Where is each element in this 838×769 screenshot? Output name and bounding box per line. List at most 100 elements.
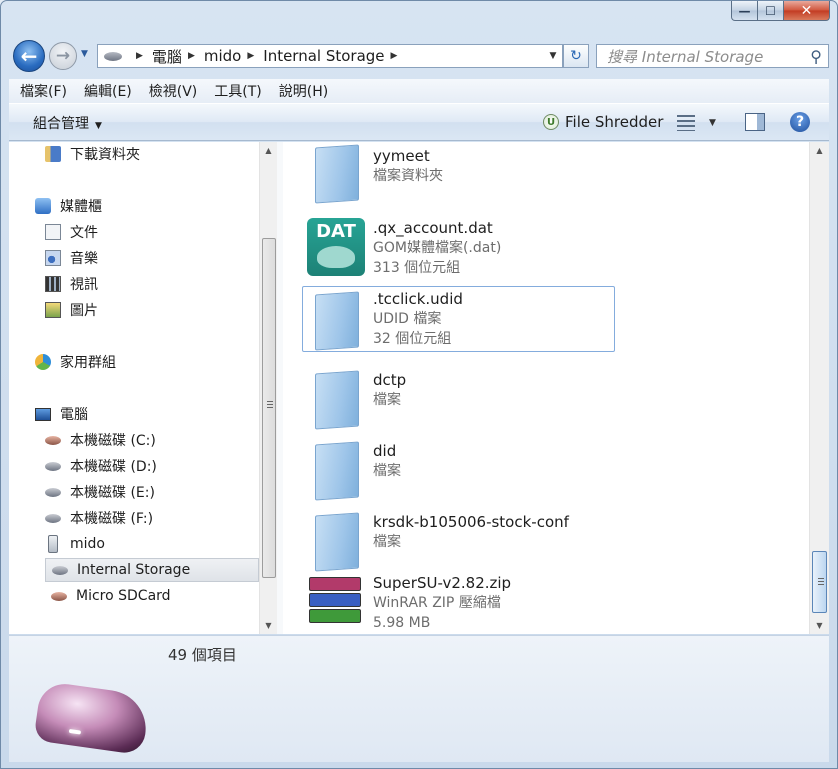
scroll-up-arrow-icon[interactable]: ▲ [260,142,277,159]
sidebar-item-micro-sdcard[interactable]: Micro SDCard [51,584,171,608]
explorer-window: — ☐ ✕ ← → ▼ ▶ 電腦 ▶ mido ▶ Internal Stora… [0,0,838,769]
breadcrumb-separator-icon[interactable]: ▶ [188,51,195,61]
sidebar-item-label: Internal Storage [77,562,191,578]
chevron-down-icon: ▼ [95,121,102,131]
caption-buttons: — ☐ ✕ [731,1,830,23]
preview-pane-button[interactable] [745,113,765,131]
breadcrumb-separator-icon[interactable]: ▶ [247,51,254,61]
address-dropdown-icon[interactable]: ▼ [544,51,562,61]
blank-file-icon [309,512,363,572]
file-item-tcclick-udid[interactable]: .tcclick.udid UDID 檔案 32 個位元組 [302,286,615,352]
file-name: .qx_account.dat [373,219,493,237]
sidebar-item-label: 本機磁碟 (F:) [70,511,154,527]
sidebar-item-drive-f[interactable]: 本機磁碟 (F:) [45,506,153,530]
sidebar-item-label: 圖片 [70,303,98,319]
sidebar-item-label: 文件 [70,225,98,241]
search-icon[interactable]: ⚲ [810,47,822,66]
forward-button[interactable]: → [49,42,77,70]
sidebar-item-mido[interactable]: mido [45,532,105,556]
search-placeholder: 搜尋 Internal Storage [607,47,764,66]
back-button[interactable]: ← [13,40,45,72]
drive-c-icon [45,435,61,445]
blank-file-icon [309,291,363,351]
drive-icon [45,461,61,471]
file-shredder-button[interactable]: U File Shredder [543,113,663,131]
sidebar-item-videos[interactable]: 視訊 [45,272,98,296]
dat-file-icon: DAT [307,218,365,276]
file-shredder-label: File Shredder [565,113,664,131]
menu-tools[interactable]: 工具(T) [214,81,261,101]
minimize-button[interactable]: — [731,1,758,21]
sidebar-item-pictures[interactable]: 圖片 [45,298,98,322]
menu-file[interactable]: 檔案(F) [20,81,67,101]
breadcrumb-mido[interactable]: mido [204,47,241,65]
storage-device-icon [33,680,151,756]
search-input[interactable]: 搜尋 Internal Storage ⚲ [596,44,829,68]
file-size: 5.98 MB [373,615,431,631]
help-button[interactable]: ? [790,112,810,132]
file-size: 32 個位元組 [373,331,452,347]
scroll-down-arrow-icon[interactable]: ▼ [260,617,277,634]
sidebar-item-libraries[interactable]: 媒體櫃 [35,194,102,218]
sidebar-item-drive-c[interactable]: 本機磁碟 (C:) [45,428,156,452]
file-size: 313 個位元組 [373,260,461,276]
navigation-pane-scrollbar[interactable]: ▲ ▼ [259,142,277,634]
view-details-icon [677,115,695,131]
file-item-did[interactable]: did 檔案 [303,441,613,505]
scrollbar-thumb[interactable] [262,238,276,578]
sidebar-item-label: 本機磁碟 (E:) [70,485,155,501]
change-view-button[interactable]: ▼ [677,113,717,133]
file-item-qx-account[interactable]: DAT .qx_account.dat GOM媒體檔案(.dat) 313 個位… [303,218,613,282]
file-item-dctp[interactable]: dctp 檔案 [303,370,613,434]
file-type: 檔案 [373,534,401,550]
file-type: 檔案 [373,463,401,479]
menu-view[interactable]: 檢視(V) [149,81,198,101]
close-button[interactable]: ✕ [784,1,830,21]
file-item-yymeet[interactable]: yymeet 檔案資料夾 [303,144,613,210]
drive-icon [45,513,61,523]
organize-button[interactable]: 組合管理 ▼ [33,113,102,133]
file-type: 檔案 [373,392,401,408]
menu-help[interactable]: 說明(H) [279,81,328,101]
breadcrumb-separator-icon[interactable]: ▶ [391,51,398,61]
sidebar-item-internal-storage[interactable]: Internal Storage [45,558,259,582]
sidebar-item-label: 下載資料夾 [70,147,140,163]
file-item-krsdk[interactable]: krsdk-b105006-stock-conf 檔案 [303,512,613,576]
file-list-scrollbar[interactable]: ▲ ▼ [809,142,829,634]
winrar-zip-icon [309,573,363,631]
grip-icon [267,401,273,409]
navigation-pane: 下載資料夾 媒體櫃 文件 音樂 視訊 圖片 家用群組 電腦 本機磁碟 (C:) … [9,142,280,634]
recent-pages-chevron-icon[interactable]: ▼ [81,49,88,59]
breadcrumb-internal-storage[interactable]: Internal Storage [263,47,384,65]
scrollbar-thumb[interactable] [812,551,827,613]
sidebar-item-label: mido [70,536,105,552]
sidebar-item-computer[interactable]: 電腦 [35,402,88,426]
folder-icon [309,144,363,204]
file-type: GOM媒體檔案(.dat) [373,240,502,256]
address-bar[interactable]: ▶ 電腦 ▶ mido ▶ Internal Storage ▶ ▼ [97,44,563,68]
organize-label: 組合管理 [33,116,89,132]
file-item-supersu-zip[interactable]: SuperSU-v2.82.zip WinRAR ZIP 壓縮檔 5.98 MB [303,573,613,634]
sidebar-item-documents[interactable]: 文件 [45,220,98,244]
pictures-icon [45,302,61,318]
sidebar-item-label: 本機磁碟 (D:) [70,459,157,475]
sidebar-item-drive-e[interactable]: 本機磁碟 (E:) [45,480,155,504]
sidebar-item-drive-d[interactable]: 本機磁碟 (D:) [45,454,157,478]
sidebar-item-label: 音樂 [70,251,98,267]
file-name: yymeet [373,147,430,165]
menu-edit[interactable]: 編輯(E) [84,81,132,101]
refresh-button[interactable]: ↻ [563,44,589,68]
sidebar-item-label: 電腦 [60,407,88,423]
scroll-down-arrow-icon[interactable]: ▼ [810,617,829,634]
sidebar-item-homegroup[interactable]: 家用群組 [35,350,116,374]
sidebar-item-label: 視訊 [70,277,98,293]
file-name: SuperSU-v2.82.zip [373,574,512,592]
breadcrumb-separator-icon[interactable]: ▶ [136,51,143,61]
breadcrumb-computer[interactable]: 電腦 [152,46,182,67]
sidebar-item-music[interactable]: 音樂 [45,246,98,270]
sidebar-item-downloads[interactable]: 下載資料夾 [45,142,140,166]
scroll-up-arrow-icon[interactable]: ▲ [810,142,829,159]
file-name: dctp [373,371,407,389]
maximize-button[interactable]: ☐ [758,1,784,21]
file-type: 檔案資料夾 [373,168,443,184]
